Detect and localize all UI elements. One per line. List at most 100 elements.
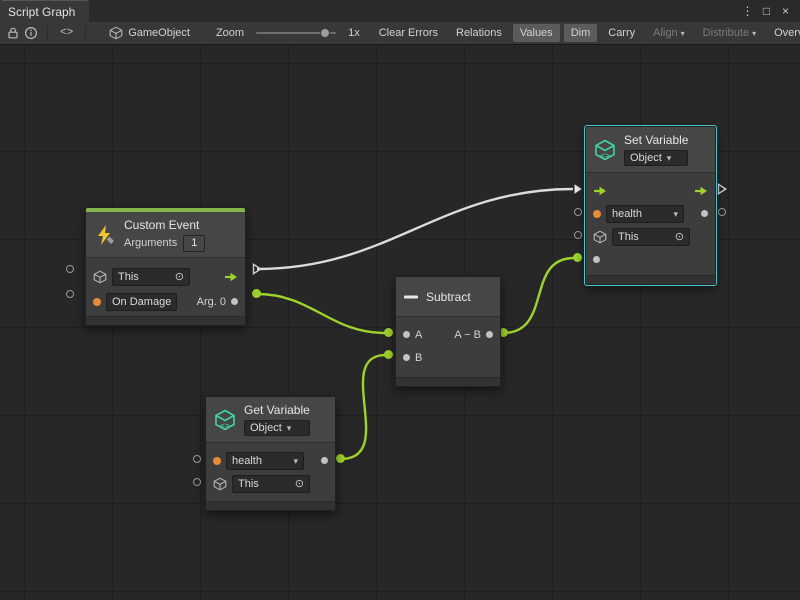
- carry-button[interactable]: Carry: [601, 24, 642, 42]
- target-object-field[interactable]: This ⊙: [232, 475, 310, 493]
- flow-output-wire-port[interactable]: [252, 263, 262, 275]
- code-icon[interactable]: <>: [57, 27, 76, 39]
- chevron-down-icon: ▾: [681, 29, 685, 38]
- flow-output-port-outline[interactable]: [717, 183, 727, 195]
- window-maximize-icon[interactable]: □: [758, 1, 775, 21]
- node-footer: [206, 501, 335, 510]
- node-header[interactable]: Get Variable Object ▾: [206, 397, 335, 443]
- zoom-label: Zoom: [216, 27, 244, 39]
- flow-input-wire-port[interactable]: [573, 183, 583, 195]
- variable-scope-value: Object: [250, 421, 282, 435]
- event-name-value: On Damage: [112, 295, 171, 309]
- chevron-down-icon: ▾: [673, 207, 678, 221]
- window-controls: ⋮ □ ×: [739, 0, 800, 22]
- gameobject-icon: [109, 26, 123, 40]
- variable-scope-dropdown[interactable]: Object ▾: [624, 150, 688, 166]
- value-input-port-dot[interactable]: [593, 256, 600, 263]
- flow-output-icon[interactable]: [694, 186, 708, 196]
- unconnected-input-port[interactable]: [193, 455, 201, 463]
- event-name-row: On Damage Arg. 0: [86, 289, 245, 314]
- gameobject-reference[interactable]: GameObject: [109, 26, 190, 40]
- event-name-port[interactable]: [93, 298, 101, 306]
- node-header[interactable]: Set Variable Object ▾: [586, 127, 715, 173]
- target-object-field[interactable]: This ⊙: [612, 228, 690, 246]
- relations-button[interactable]: Relations: [449, 24, 509, 42]
- value-output-port-dot[interactable]: [321, 457, 328, 464]
- subtract-input-a-wire-port[interactable]: [384, 328, 393, 337]
- zoom-slider-handle[interactable]: [320, 28, 330, 38]
- values-button[interactable]: Values: [513, 24, 560, 42]
- toolbar-separator: [47, 26, 48, 40]
- tab-script-graph[interactable]: Script Graph: [0, 0, 89, 22]
- input-b-label: B: [415, 352, 422, 364]
- arg0-wire-port[interactable]: [252, 289, 261, 298]
- flow-row: [586, 179, 715, 202]
- input-b-port-dot[interactable]: [403, 354, 410, 361]
- node-header[interactable]: Custom Event Arguments 1: [86, 212, 245, 258]
- overview-button[interactable]: Overview: [767, 24, 800, 42]
- subtract-input-b-wire-port[interactable]: [384, 350, 393, 359]
- target-object-value: This: [618, 230, 639, 244]
- variable-cube-icon: [593, 138, 617, 162]
- variable-name-row: health ▾: [206, 449, 335, 472]
- flow-output-icon[interactable]: [224, 272, 238, 282]
- input-a-port-dot[interactable]: [403, 331, 410, 338]
- align-label: Align: [653, 27, 677, 39]
- node-get-variable[interactable]: Get Variable Object ▾ health ▾: [205, 396, 336, 511]
- node-custom-event[interactable]: Custom Event Arguments 1 This ⊙: [85, 207, 246, 326]
- unconnected-input-port[interactable]: [574, 208, 582, 216]
- wire-flow-custom-event-to-set-variable[interactable]: [257, 189, 573, 269]
- set-variable-value-wire-port[interactable]: [573, 253, 582, 262]
- wire-subtract-to-set-variable-value[interactable]: [503, 258, 574, 333]
- variable-name-dropdown[interactable]: health ▾: [606, 205, 684, 223]
- node-title: Custom Event: [124, 218, 205, 232]
- target-row: This ⊙: [86, 264, 245, 289]
- window-close-icon[interactable]: ×: [777, 1, 794, 21]
- unconnected-input-port[interactable]: [193, 478, 201, 486]
- target-picker-icon: ⊙: [295, 477, 304, 491]
- graph-canvas[interactable]: Custom Event Arguments 1 This ⊙: [0, 45, 800, 600]
- get-variable-output-wire-port[interactable]: [336, 454, 345, 463]
- zoom-slider[interactable]: [256, 32, 336, 34]
- output-port-dot[interactable]: [486, 331, 493, 338]
- variable-name-value: health: [612, 207, 642, 221]
- target-row: This ⊙: [206, 472, 335, 495]
- toolbar-separator: [85, 26, 86, 40]
- align-button[interactable]: Align ▾: [646, 24, 691, 42]
- clear-errors-button[interactable]: Clear Errors: [372, 24, 445, 42]
- flow-input-icon[interactable]: [593, 186, 607, 196]
- distribute-button[interactable]: Distribute ▾: [696, 24, 763, 42]
- arguments-count-field[interactable]: 1: [183, 235, 205, 252]
- variable-name-dropdown[interactable]: health ▾: [226, 452, 304, 470]
- gameobject-cube-icon: [593, 230, 607, 244]
- window-menu-icon[interactable]: ⋮: [739, 1, 756, 21]
- gameobject-label: GameObject: [128, 27, 190, 39]
- variable-scope-value: Object: [630, 151, 662, 165]
- dim-button[interactable]: Dim: [564, 24, 598, 42]
- unconnected-input-port[interactable]: [66, 265, 74, 273]
- event-name-field[interactable]: On Damage: [106, 293, 177, 311]
- node-header[interactable]: Subtract: [396, 277, 500, 317]
- node-set-variable[interactable]: Set Variable Object ▾ health: [585, 126, 716, 285]
- node-subtract[interactable]: Subtract A A − B B: [395, 276, 501, 387]
- target-object-field[interactable]: This ⊙: [112, 268, 190, 286]
- info-icon[interactable]: [24, 26, 38, 40]
- variable-scope-dropdown[interactable]: Object ▾: [244, 420, 310, 436]
- lock-icon[interactable]: [6, 26, 20, 40]
- wire-get-variable-to-subtract-b[interactable]: [341, 355, 386, 459]
- arg0-port-dot[interactable]: [231, 298, 238, 305]
- variable-name-port[interactable]: [593, 210, 601, 218]
- value-output-port-dot[interactable]: [701, 210, 708, 217]
- unconnected-output-port[interactable]: [718, 208, 726, 216]
- value-input-row: [586, 248, 715, 271]
- variable-name-row: health ▾: [586, 202, 715, 225]
- target-object-value: This: [238, 477, 259, 491]
- chevron-down-icon: ▾: [293, 454, 298, 468]
- wire-arg0-to-subtract-a[interactable]: [257, 294, 385, 333]
- arguments-label: Arguments: [124, 237, 177, 249]
- unconnected-input-port[interactable]: [66, 290, 74, 298]
- script-graph-window: Script Graph ⋮ □ × <> GameObject Zoom 1x…: [0, 0, 800, 600]
- variable-name-port[interactable]: [213, 457, 221, 465]
- variable-cube-icon: [213, 408, 237, 432]
- unconnected-input-port[interactable]: [574, 231, 582, 239]
